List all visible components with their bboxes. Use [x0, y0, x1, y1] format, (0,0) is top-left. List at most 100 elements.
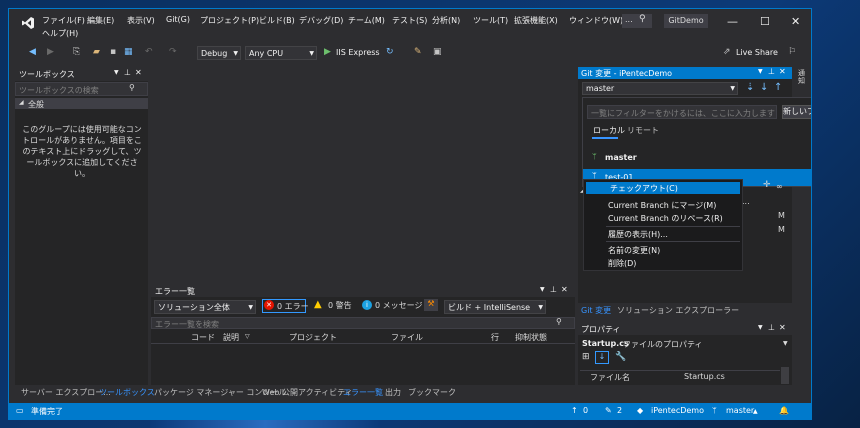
column-file[interactable]: ファイル: [391, 332, 423, 343]
fetch-icon[interactable]: ⇣: [746, 82, 754, 93]
search-icon[interactable]: ⚲: [129, 83, 135, 92]
search-box[interactable]: ... ⚲: [622, 14, 652, 28]
menu-view[interactable]: 表示(V): [127, 15, 155, 26]
maximize-button[interactable]: ☐: [760, 15, 770, 28]
undo-icon[interactable]: ↶: [145, 47, 153, 57]
close-button[interactable]: ✕: [791, 15, 800, 28]
info-icon[interactable]: i: [362, 300, 372, 310]
branch-row-master[interactable]: ᛘ master ▼: [583, 150, 811, 166]
branch-icon[interactable]: ᛘ: [712, 406, 717, 415]
menu-window[interactable]: ウィンドウ(W): [569, 15, 623, 26]
tab-git-changes[interactable]: Git 変更: [581, 305, 611, 316]
column-code[interactable]: コード: [191, 332, 215, 343]
pin-icon[interactable]: ⊥: [550, 285, 557, 294]
alphabetical-icon[interactable]: ↓: [595, 351, 609, 364]
status-up-count[interactable]: 0: [583, 406, 588, 415]
output-icon[interactable]: ▭: [16, 406, 24, 415]
search-icon[interactable]: ⚲: [639, 14, 646, 24]
property-row[interactable]: ファイル名 Startup.cs: [580, 370, 780, 383]
new-branch-button[interactable]: 新しいブランチ(N): [782, 105, 811, 119]
pin-icon[interactable]: ⊥: [768, 67, 775, 76]
build-filter-dropdown[interactable]: ビルド + IntelliSense ▼: [444, 300, 546, 314]
tab-solution-explorer[interactable]: ソリューション エクスプローラー: [617, 305, 739, 316]
menu-item-history[interactable]: 履歴の表示(H)...: [608, 229, 668, 240]
tab-web-publish[interactable]: Web 公開アクティビティ: [262, 387, 353, 398]
feedback-icon[interactable]: ⚐: [788, 47, 796, 57]
menu-item-rename[interactable]: 名前の変更(N): [608, 245, 660, 256]
toolbox-search[interactable]: ツールボックスの検索 ⚲: [15, 82, 148, 96]
menu-edit[interactable]: 編集(E): [87, 15, 114, 26]
run-icon[interactable]: ▶: [324, 47, 331, 57]
categorized-icon[interactable]: ⊞: [582, 352, 590, 362]
warnings-count-label[interactable]: 0 警告: [328, 300, 352, 311]
dropdown-arrow-icon[interactable]: ▼: [758, 324, 763, 331]
run-target-label[interactable]: IIS Express: [336, 48, 380, 57]
filter-icon[interactable]: ⚒: [424, 299, 438, 311]
menu-extensions[interactable]: 拡張機能(X): [514, 15, 558, 26]
live-share-label[interactable]: Live Share: [736, 48, 778, 57]
scope-dropdown[interactable]: ソリューション全体 ▼: [154, 300, 256, 314]
menu-item-rebase[interactable]: Current Branch のリベース(R): [608, 213, 723, 224]
menu-help[interactable]: ヘルプ(H): [42, 28, 78, 39]
close-icon[interactable]: ✕: [779, 323, 786, 332]
menu-build[interactable]: ビルド(B): [259, 15, 295, 26]
up-arrow-icon[interactable]: ↑: [571, 406, 578, 415]
new-project-icon[interactable]: ⎘: [73, 47, 80, 57]
tab-local[interactable]: ローカル: [593, 125, 625, 136]
menu-test[interactable]: テスト(S): [392, 15, 427, 26]
messages-count-label[interactable]: 0 メッセージ: [375, 300, 422, 311]
branch-filter-input[interactable]: 一覧にフィルターをかけるには、ここに入力します: [587, 105, 777, 119]
column-line[interactable]: 行: [491, 332, 499, 343]
tab-server-explorer[interactable]: サーバー エクスプロー...: [21, 387, 111, 398]
redo-icon[interactable]: ↷: [169, 47, 177, 57]
chevron-up-icon[interactable]: ▲: [753, 408, 758, 415]
status-pencil-count[interactable]: 2: [617, 406, 622, 415]
dropdown-arrow-icon[interactable]: ▼: [114, 69, 119, 76]
tab-toolbox[interactable]: ツールボックス: [99, 387, 155, 398]
search-icon[interactable]: ⚲: [556, 317, 562, 326]
pin-icon[interactable]: ⊥: [768, 323, 775, 332]
tab-output[interactable]: 出力: [385, 387, 401, 398]
stage-all-icon[interactable]: ✛: [763, 180, 771, 190]
properties-scrollbar[interactable]: [781, 367, 789, 384]
tab-remote[interactable]: リモート: [627, 125, 659, 136]
pencil-icon[interactable]: ✎: [605, 406, 612, 415]
close-icon[interactable]: ✕: [135, 68, 142, 77]
push-icon[interactable]: ↑: [774, 82, 782, 93]
view-options-icon[interactable]: ∞: [776, 182, 783, 191]
properties-object-selector[interactable]: Startup.cs ファイルのプロパティ ▼: [580, 338, 790, 350]
toolbox-group[interactable]: ◢ 全般: [15, 98, 148, 109]
menu-project[interactable]: プロジェクト(P): [200, 15, 259, 26]
menu-debug[interactable]: デバッグ(D): [299, 15, 343, 26]
column-project[interactable]: プロジェクト: [289, 332, 337, 343]
forward-icon[interactable]: ▶: [47, 47, 54, 57]
platform-dropdown[interactable]: Any CPU ▼: [245, 46, 317, 60]
browser-link-icon[interactable]: ✎: [414, 47, 422, 57]
tab-error-list[interactable]: エラー一覧: [343, 387, 383, 398]
warning-icon[interactable]: ▲: [314, 299, 322, 310]
menu-item-delete[interactable]: 削除(D): [608, 258, 636, 269]
menu-team[interactable]: チーム(M): [348, 15, 385, 26]
status-branch[interactable]: master: [726, 406, 754, 415]
menu-file[interactable]: ファイル(F): [42, 15, 85, 26]
save-all-icon[interactable]: ▦: [124, 47, 133, 57]
configuration-dropdown[interactable]: Debug ▼: [197, 46, 241, 60]
menu-git[interactable]: Git(G): [166, 15, 190, 24]
errors-filter-button[interactable]: ✕ 0 エラー: [262, 299, 309, 313]
sort-icon[interactable]: ▽: [245, 333, 250, 340]
repo-icon[interactable]: ◆: [637, 406, 643, 415]
status-repo[interactable]: iPentecDemo: [651, 406, 704, 415]
menu-item-checkout[interactable]: チェックアウト(C): [586, 182, 740, 194]
property-pages-icon[interactable]: 🔧: [615, 352, 626, 362]
pull-icon[interactable]: ↓: [760, 82, 768, 93]
close-icon[interactable]: ✕: [561, 285, 568, 294]
live-share-icon[interactable]: ⇗: [723, 47, 731, 57]
pin-icon[interactable]: ⊥: [124, 68, 131, 77]
menu-analyze[interactable]: 分析(N): [432, 15, 460, 26]
column-description[interactable]: 説明: [223, 332, 239, 343]
tab-bookmarks[interactable]: ブックマーク: [408, 387, 456, 398]
notification-bell-icon[interactable]: 🔔: [779, 406, 789, 415]
error-search[interactable]: エラー一覧を検索 ⚲: [151, 317, 575, 329]
dropdown-arrow-icon[interactable]: ▼: [758, 68, 763, 75]
refresh-icon[interactable]: ↻: [386, 47, 394, 57]
